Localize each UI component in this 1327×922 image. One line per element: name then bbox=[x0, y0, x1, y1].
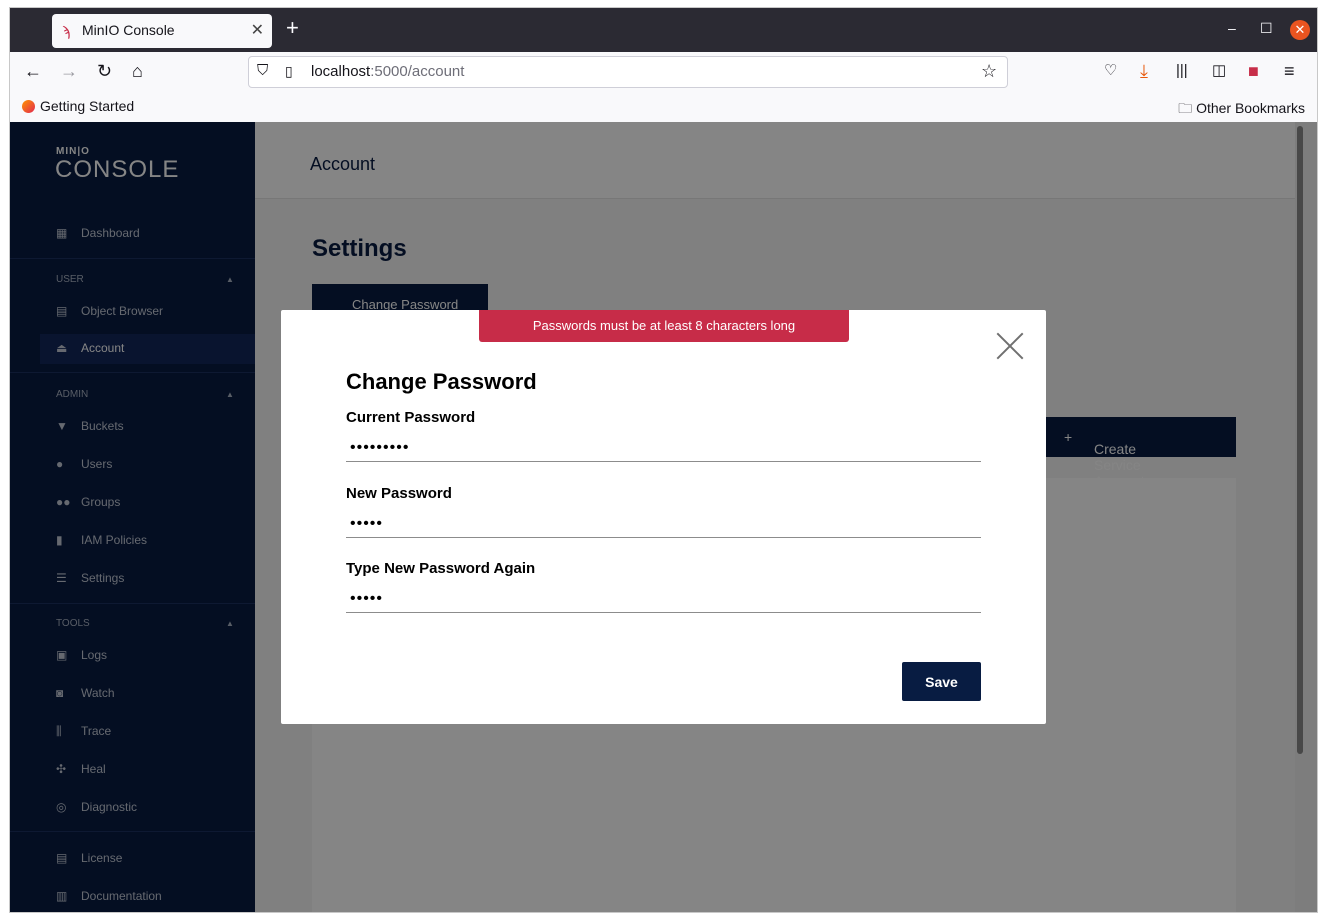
page-icon: ▯ bbox=[285, 63, 293, 79]
current-password-label: Current Password bbox=[346, 409, 476, 426]
window-close-icon[interactable]: ✕ bbox=[1290, 20, 1310, 40]
other-bookmarks-label: Other Bookmarks bbox=[1196, 100, 1305, 116]
save-button[interactable]: Save bbox=[902, 662, 981, 701]
bookmark-star-icon[interactable]: ☆ bbox=[981, 61, 997, 81]
minio-favicon-icon: ϡ bbox=[62, 23, 71, 39]
menu-icon[interactable]: ≡ bbox=[1284, 61, 1295, 81]
new-tab-icon[interactable]: + bbox=[286, 16, 299, 40]
firefox-icon bbox=[22, 100, 35, 113]
extension-icon[interactable]: ■ bbox=[1248, 61, 1259, 81]
change-password-dialog: Passwords must be at least 8 characters … bbox=[281, 310, 1046, 724]
browser-tab[interactable]: ϡ MinIO Console ✕ bbox=[52, 14, 272, 48]
new-password-label: New Password bbox=[346, 485, 452, 502]
url-path: :5000/account bbox=[370, 63, 465, 80]
url-host: localhost bbox=[311, 63, 371, 80]
bookmarks-bar: Getting Started 🗀 Other Bookmarks bbox=[10, 92, 1317, 123]
minimize-icon[interactable]: – bbox=[1228, 20, 1236, 36]
maximize-icon[interactable]: ☐ bbox=[1260, 20, 1273, 37]
bookmark-label: Getting Started bbox=[40, 98, 135, 114]
folder-icon: 🗀 bbox=[1178, 100, 1197, 116]
bookmark-getting-started[interactable]: Getting Started bbox=[22, 98, 134, 114]
error-alert: Passwords must be at least 8 characters … bbox=[479, 310, 849, 342]
dialog-title: Change Password bbox=[346, 369, 537, 394]
tab-title: MinIO Console bbox=[82, 22, 175, 38]
tab-bar: ϡ MinIO Console ✕ + – ☐ ✕ bbox=[10, 8, 1317, 52]
library-icon[interactable]: ||| bbox=[1176, 61, 1188, 81]
confirm-password-field[interactable] bbox=[346, 585, 981, 613]
current-password-field[interactable] bbox=[346, 434, 981, 462]
shield-icon[interactable]: ⛉ bbox=[257, 61, 268, 81]
new-password-field[interactable] bbox=[346, 510, 981, 538]
other-bookmarks[interactable]: 🗀 Other Bookmarks bbox=[1178, 98, 1305, 122]
home-icon[interactable]: ⌂ bbox=[132, 61, 143, 81]
back-icon[interactable]: ← bbox=[24, 61, 42, 81]
tab-close-icon[interactable]: ✕ bbox=[251, 20, 264, 40]
url-text: localhost:5000/account bbox=[311, 63, 464, 80]
sidebar-toggle-icon[interactable]: ◫ bbox=[1212, 61, 1226, 81]
pocket-icon[interactable]: ♡ bbox=[1104, 61, 1117, 81]
url-bar[interactable]: ⛉ ▯ localhost:5000/account ☆ bbox=[248, 56, 1008, 88]
close-icon[interactable] bbox=[996, 332, 1024, 360]
downloads-icon[interactable]: ⤓ bbox=[1140, 61, 1148, 81]
forward-icon[interactable]: → bbox=[60, 61, 78, 81]
reload-icon[interactable]: ↻ bbox=[97, 61, 112, 81]
browser-window: ϡ MinIO Console ✕ + – ☐ ✕ ← → ↻ ⌂ ⛉ ▯ lo… bbox=[10, 8, 1317, 912]
confirm-password-label: Type New Password Again bbox=[346, 560, 536, 577]
nav-bar: ← → ↻ ⌂ ⛉ ▯ localhost:5000/account ☆ ♡ ⤓… bbox=[10, 52, 1317, 92]
